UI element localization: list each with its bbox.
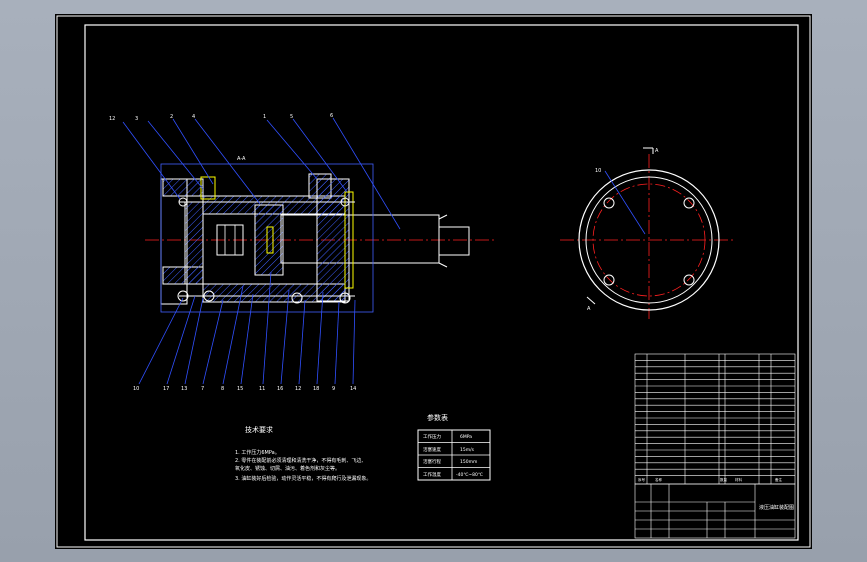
tech-requirement-line: 3. 油缸装好后检验，动作灵活平稳，不得有爬行及泄漏现象。 (235, 475, 371, 482)
balloon-label: 18 (313, 386, 319, 392)
balloon-label: 15 (237, 386, 243, 392)
bom-header-cell: 数量 (720, 477, 728, 482)
balloon-label: 9 (332, 386, 335, 392)
bom-header-cell: 序号 (638, 477, 646, 482)
balloon-label: 10 (595, 168, 601, 174)
piston (254, 204, 284, 276)
section-view: A-A 12 3 2 4 1 5 6 10 17 13 7 8 15 11 16… (109, 113, 495, 392)
tech-requirement-line: 氧化皮、锈蚀、切屑、油污、着色剂和灰尘等。 (235, 465, 340, 472)
balloon-label: 13 (181, 386, 187, 392)
balloon-labels-top: 12 3 2 4 1 5 6 (109, 113, 333, 122)
bill-of-materials (634, 353, 796, 485)
balloon-label: 16 (277, 386, 283, 392)
balloon-label: 14 (350, 386, 356, 392)
assembly-drawing: A-A 12 3 2 4 1 5 6 10 17 13 7 8 15 11 16… (56, 15, 811, 548)
tech-requirement-line: 1. 工作压力6MPa。 (235, 449, 280, 456)
param-name: 工作温度 (423, 471, 441, 478)
parameter-table: 参数表 工作压力 6MPa 活塞速度 15m/s 活塞行程 150mm 工作温度… (417, 413, 491, 481)
bom-header-cell: 备注 (775, 477, 783, 482)
balloon-label: 5 (290, 114, 293, 120)
rod-end (438, 226, 470, 256)
end-view: 10 A A (560, 147, 735, 319)
param-value: 6MPa (460, 434, 472, 440)
balloon-label: 11 (259, 386, 265, 392)
section-label: A-A (237, 156, 246, 162)
param-table-title: 参数表 (427, 413, 448, 422)
param-name: 活塞行程 (423, 458, 441, 465)
balloon-label: 3 (135, 116, 138, 122)
param-name: 工作压力 (423, 433, 441, 440)
bom-header-cell: 材料 (735, 477, 743, 482)
bom-header: 序号 名称 数量 材料 备注 (638, 477, 783, 482)
front-head (316, 178, 350, 302)
view-label-side: A (655, 148, 659, 154)
balloon-label: 1 (263, 114, 266, 120)
balloon-label: 12 (109, 116, 115, 122)
param-value: -40℃~80℃ (456, 472, 483, 478)
balloon-labels-bottom: 10 17 13 7 8 15 11 16 12 18 9 14 (133, 386, 356, 392)
title-block (634, 483, 796, 539)
bom-header-cell: 名称 (655, 477, 663, 482)
balloon-label: 7 (201, 386, 204, 392)
param-value: 150mm (460, 459, 477, 465)
drawing-name: 液压油缸装配图 (759, 504, 794, 511)
balloon-label: 12 (295, 386, 301, 392)
param-value: 15m/s (460, 447, 475, 453)
tech-requirement-line: 2. 零件在装配前必须清理和清洗干净，不得有毛刺、飞边、 (235, 457, 366, 464)
view-label-bottom: A (587, 306, 591, 312)
technical-requirements: 技术要求 1. 工作压力6MPa。 2. 零件在装配前必须清理和清洗干净，不得有… (235, 425, 371, 482)
piston-rod (280, 214, 440, 264)
balloon-label: 6 (330, 113, 333, 119)
balloon-label: 10 (133, 386, 139, 392)
balloon-label: 8 (221, 386, 224, 392)
tech-requirements-title: 技术要求 (245, 425, 273, 434)
param-name: 活塞速度 (423, 446, 441, 453)
cad-drawing-viewport[interactable]: A-A 12 3 2 4 1 5 6 10 17 13 7 8 15 11 16… (55, 14, 812, 549)
balloon-label: 2 (170, 114, 173, 120)
end-cap (184, 201, 204, 285)
balloon-label: 4 (192, 114, 195, 120)
balloon-label: 17 (163, 386, 169, 392)
